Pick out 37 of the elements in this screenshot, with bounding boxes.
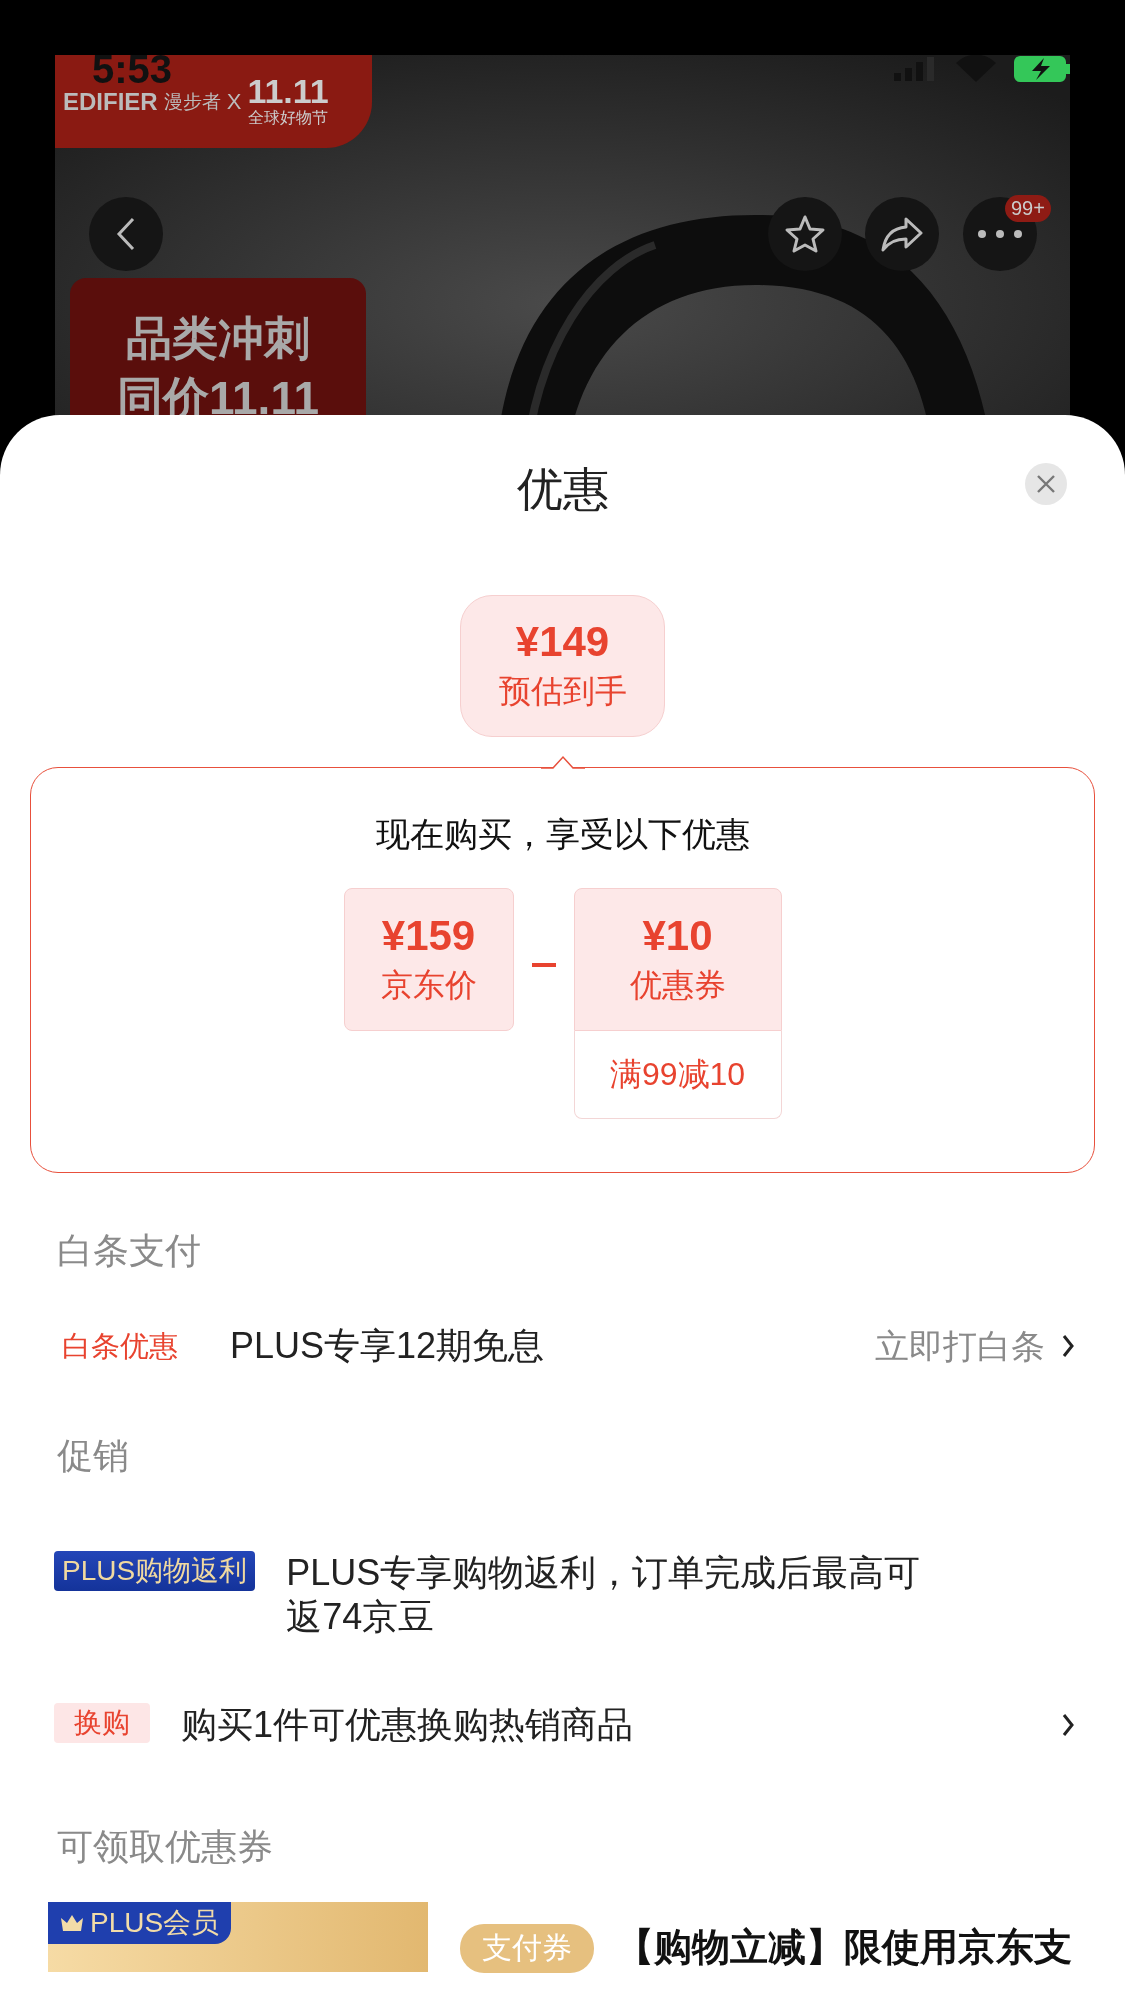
section-heading: 可领取优惠券	[57, 1825, 274, 1869]
panel-heading: 现在购买，享受以下优惠	[375, 814, 750, 855]
price: ¥149	[515, 618, 610, 666]
cross-mark: X	[226, 88, 242, 115]
section-heading: 白条支付	[57, 1229, 202, 1273]
sheet-title: 优惠	[516, 462, 609, 517]
price: ¥159	[381, 911, 476, 960]
more-icon	[978, 230, 1022, 238]
price: ¥10	[642, 911, 713, 960]
star-icon	[784, 214, 826, 254]
coupon-type: 支付券	[460, 1924, 594, 1973]
plus-badge: PLUS购物返利	[54, 1551, 256, 1591]
tag-badge: 换购	[54, 1703, 150, 1743]
coupon-title: 【购物立减】限使用京东支	[616, 1925, 1072, 1970]
brand-name: 漫步者	[163, 89, 221, 114]
wifi-icon	[956, 55, 996, 83]
count-badge: 99+	[1005, 195, 1051, 222]
plus-badge: PLUS会员	[48, 1902, 232, 1944]
promo-text: PLUS专享购物返利，订单完成后最高可返74京豆	[286, 1551, 922, 1639]
event-logo: 11.11	[247, 74, 329, 108]
promo-label-text: 品类冲刺	[126, 311, 310, 366]
close-button[interactable]	[1025, 463, 1067, 505]
battery-icon	[1014, 56, 1070, 82]
promo-text: 购买1件可优惠换购热销商品	[181, 1703, 635, 1747]
event-name: 全球好物节	[248, 108, 329, 128]
share-icon	[880, 216, 924, 252]
price-label: 预估到手	[498, 672, 627, 711]
tag-label: 白条优惠	[61, 1329, 179, 1364]
action-link[interactable]: 立即打白条	[875, 1324, 1045, 1368]
price-label: 京东价	[380, 965, 477, 1005]
section-heading: 促销	[57, 1434, 130, 1478]
promo-text: PLUS专享12期免息	[230, 1324, 546, 1368]
minus-icon	[531, 963, 556, 967]
back-icon	[115, 216, 137, 252]
price-label: 优惠券	[629, 965, 726, 1005]
close-icon	[1036, 474, 1056, 494]
coupon-condition: 满99减10	[573, 1031, 782, 1119]
